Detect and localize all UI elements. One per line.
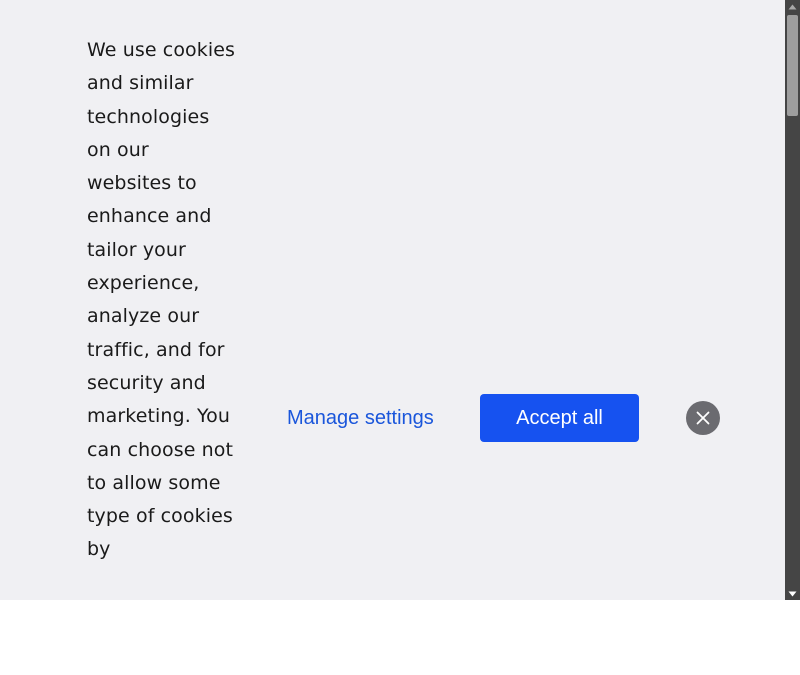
cookie-consent-banner: We use cookies and similar technologies … xyxy=(0,0,785,600)
scroll-down-button[interactable] xyxy=(785,587,800,600)
scrollbar-thumb[interactable] xyxy=(787,15,798,116)
manage-settings-link[interactable]: Manage settings xyxy=(287,404,434,432)
scroll-up-button[interactable] xyxy=(785,0,800,13)
accept-all-button[interactable]: Accept all xyxy=(480,394,639,442)
scroll-down-arrow-icon xyxy=(788,591,797,596)
close-icon xyxy=(696,411,710,425)
scroll-up-arrow-icon xyxy=(788,4,797,9)
cookie-consent-message: We use cookies and similar technologies … xyxy=(87,39,236,561)
close-banner-button[interactable] xyxy=(686,401,720,435)
page-viewport: We use cookies and similar technologies … xyxy=(0,0,800,600)
vertical-scrollbar[interactable] xyxy=(785,0,800,600)
